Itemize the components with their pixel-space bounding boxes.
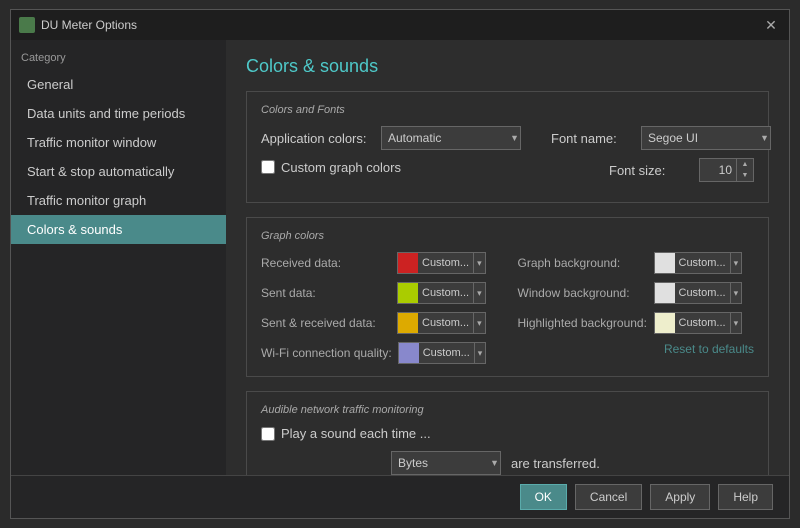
bg-color-text: Custom... [675, 257, 730, 269]
custom-graph-row: Custom graph colors Font size: ▲ ▼ [261, 158, 754, 182]
reset-container: Reset to defaults [518, 342, 755, 356]
play-sound-row: Play a sound each time ... [261, 426, 754, 441]
options-window: DU Meter Options ✕ Category General Data… [10, 9, 790, 519]
bg-dropdown-icon: ▾ [730, 253, 742, 273]
wifi-swatch [399, 343, 419, 363]
highlighted-label: Highlighted background: [518, 316, 648, 330]
sent-row: Sent data: Custom... ▾ [261, 282, 498, 304]
bytes-wrapper: Bytes KB MB GB ▾ [391, 451, 501, 475]
window-title: DU Meter Options [41, 18, 137, 32]
custom-graph-label[interactable]: Custom graph colors [281, 160, 401, 175]
sidebar-item-traffic-graph[interactable]: Traffic monitor graph [11, 186, 226, 215]
sent-received-color-btn[interactable]: Custom... ▾ [397, 312, 486, 334]
font-name-label: Font name: [551, 131, 631, 146]
font-size-label: Font size: [609, 163, 689, 178]
sidebar-item-general[interactable]: General [11, 70, 226, 99]
sent-received-swatch [398, 313, 418, 333]
window-bg-label: Window background: [518, 286, 648, 300]
font-name-wrapper: Segoe UI ▾ [641, 126, 771, 150]
font-name-select[interactable]: Segoe UI [641, 126, 771, 150]
sent-dropdown-icon: ▾ [473, 283, 485, 303]
footer: OK Cancel Apply Help [11, 475, 789, 518]
wifi-color-btn[interactable]: Custom... ▾ [398, 342, 487, 364]
sent-received-dropdown-icon: ▾ [473, 313, 485, 333]
app-colors-label: Application colors: [261, 131, 371, 146]
sent-received-label: Sent & received data: [261, 316, 391, 330]
spinbox-down[interactable]: ▼ [737, 170, 753, 181]
window-bg-swatch [655, 283, 675, 303]
wifi-color-text: Custom... [419, 347, 474, 359]
colors-fonts-section: Colors and Fonts Application colors: Aut… [246, 91, 769, 203]
custom-graph-checkbox-row: Custom graph colors [261, 160, 401, 175]
bg-row: Graph background: Custom... ▾ [518, 252, 755, 274]
page-title: Colors & sounds [246, 56, 769, 77]
highlighted-row: Highlighted background: Custom... ▾ [518, 312, 755, 334]
play-sound-checkbox[interactable] [261, 427, 275, 441]
app-colors-select[interactable]: Automatic Light Dark [381, 126, 521, 150]
spinbox-buttons: ▲ ▼ [736, 159, 753, 181]
graph-colors-section: Graph colors Received data: Custom... ▾ [246, 217, 769, 377]
sidebar-category-label: Category [11, 48, 226, 70]
sidebar: Category General Data units and time per… [11, 40, 226, 475]
spinbox-up[interactable]: ▲ [737, 159, 753, 170]
are-transferred-label: are transferred. [511, 456, 600, 471]
highlighted-swatch [655, 313, 675, 333]
wifi-dropdown-icon: ▾ [474, 343, 486, 363]
titlebar: DU Meter Options ✕ [11, 10, 789, 40]
app-colors-wrapper: Automatic Light Dark ▾ [381, 126, 521, 150]
audible-section: Audible network traffic monitoring Play … [246, 391, 769, 475]
received-row: Received data: Custom... ▾ [261, 252, 498, 274]
audible-label: Audible network traffic monitoring [261, 404, 754, 416]
window-bg-color-text: Custom... [675, 287, 730, 299]
sent-received-row: Sent & received data: Custom... ▾ [261, 312, 498, 334]
highlighted-color-btn[interactable]: Custom... ▾ [654, 312, 743, 334]
bytes-select[interactable]: Bytes KB MB GB [391, 451, 501, 475]
graph-colors-left: Received data: Custom... ▾ Sent data: [261, 252, 498, 364]
play-sound-label[interactable]: Play a sound each time ... [281, 426, 431, 441]
main-panel: Colors & sounds Colors and Fonts Applica… [226, 40, 789, 475]
font-size-input[interactable] [700, 161, 736, 179]
bg-color-btn[interactable]: Custom... ▾ [654, 252, 743, 274]
received-dropdown-icon: ▾ [473, 253, 485, 273]
sidebar-item-traffic-window[interactable]: Traffic monitor window [11, 128, 226, 157]
received-color-text: Custom... [418, 257, 473, 269]
sent-color-text: Custom... [418, 287, 473, 299]
wifi-label: Wi-Fi connection quality: [261, 346, 392, 360]
reset-defaults-link[interactable]: Reset to defaults [518, 342, 755, 356]
received-label: Received data: [261, 256, 391, 270]
cancel-button[interactable]: Cancel [575, 484, 642, 510]
content-area: Category General Data units and time per… [11, 40, 789, 475]
bg-swatch [655, 253, 675, 273]
help-button[interactable]: Help [718, 484, 773, 510]
apply-button[interactable]: Apply [650, 484, 710, 510]
sidebar-item-data-units[interactable]: Data units and time periods [11, 99, 226, 128]
highlighted-dropdown-icon: ▾ [730, 313, 742, 333]
ok-button[interactable]: OK [520, 484, 567, 510]
bg-label: Graph background: [518, 256, 648, 270]
sent-color-btn[interactable]: Custom... ▾ [397, 282, 486, 304]
window-bg-color-btn[interactable]: Custom... ▾ [654, 282, 743, 304]
sent-label: Sent data: [261, 286, 391, 300]
highlighted-color-text: Custom... [675, 317, 730, 329]
graph-colors-right: Graph background: Custom... ▾ Window bac… [518, 252, 755, 364]
window-bg-row: Window background: Custom... ▾ [518, 282, 755, 304]
sent-swatch [398, 283, 418, 303]
sidebar-item-start-stop[interactable]: Start & stop automatically [11, 157, 226, 186]
received-swatch [398, 253, 418, 273]
app-colors-row: Application colors: Automatic Light Dark… [261, 126, 754, 150]
custom-graph-checkbox[interactable] [261, 160, 275, 174]
font-size-spinbox[interactable]: ▲ ▼ [699, 158, 754, 182]
graph-colors-label: Graph colors [261, 230, 754, 242]
received-color-btn[interactable]: Custom... ▾ [397, 252, 486, 274]
graph-colors-grid: Received data: Custom... ▾ Sent data: [261, 252, 754, 364]
sidebar-item-colors-sounds[interactable]: Colors & sounds [11, 215, 226, 244]
app-icon [19, 17, 35, 33]
bytes-row: Bytes KB MB GB ▾ are transferred. [261, 451, 754, 475]
titlebar-title: DU Meter Options [19, 17, 137, 33]
window-bg-dropdown-icon: ▾ [730, 283, 742, 303]
close-button[interactable]: ✕ [761, 15, 781, 35]
sent-received-color-text: Custom... [418, 317, 473, 329]
wifi-row: Wi-Fi connection quality: Custom... ▾ [261, 342, 498, 364]
colors-fonts-label: Colors and Fonts [261, 104, 754, 116]
